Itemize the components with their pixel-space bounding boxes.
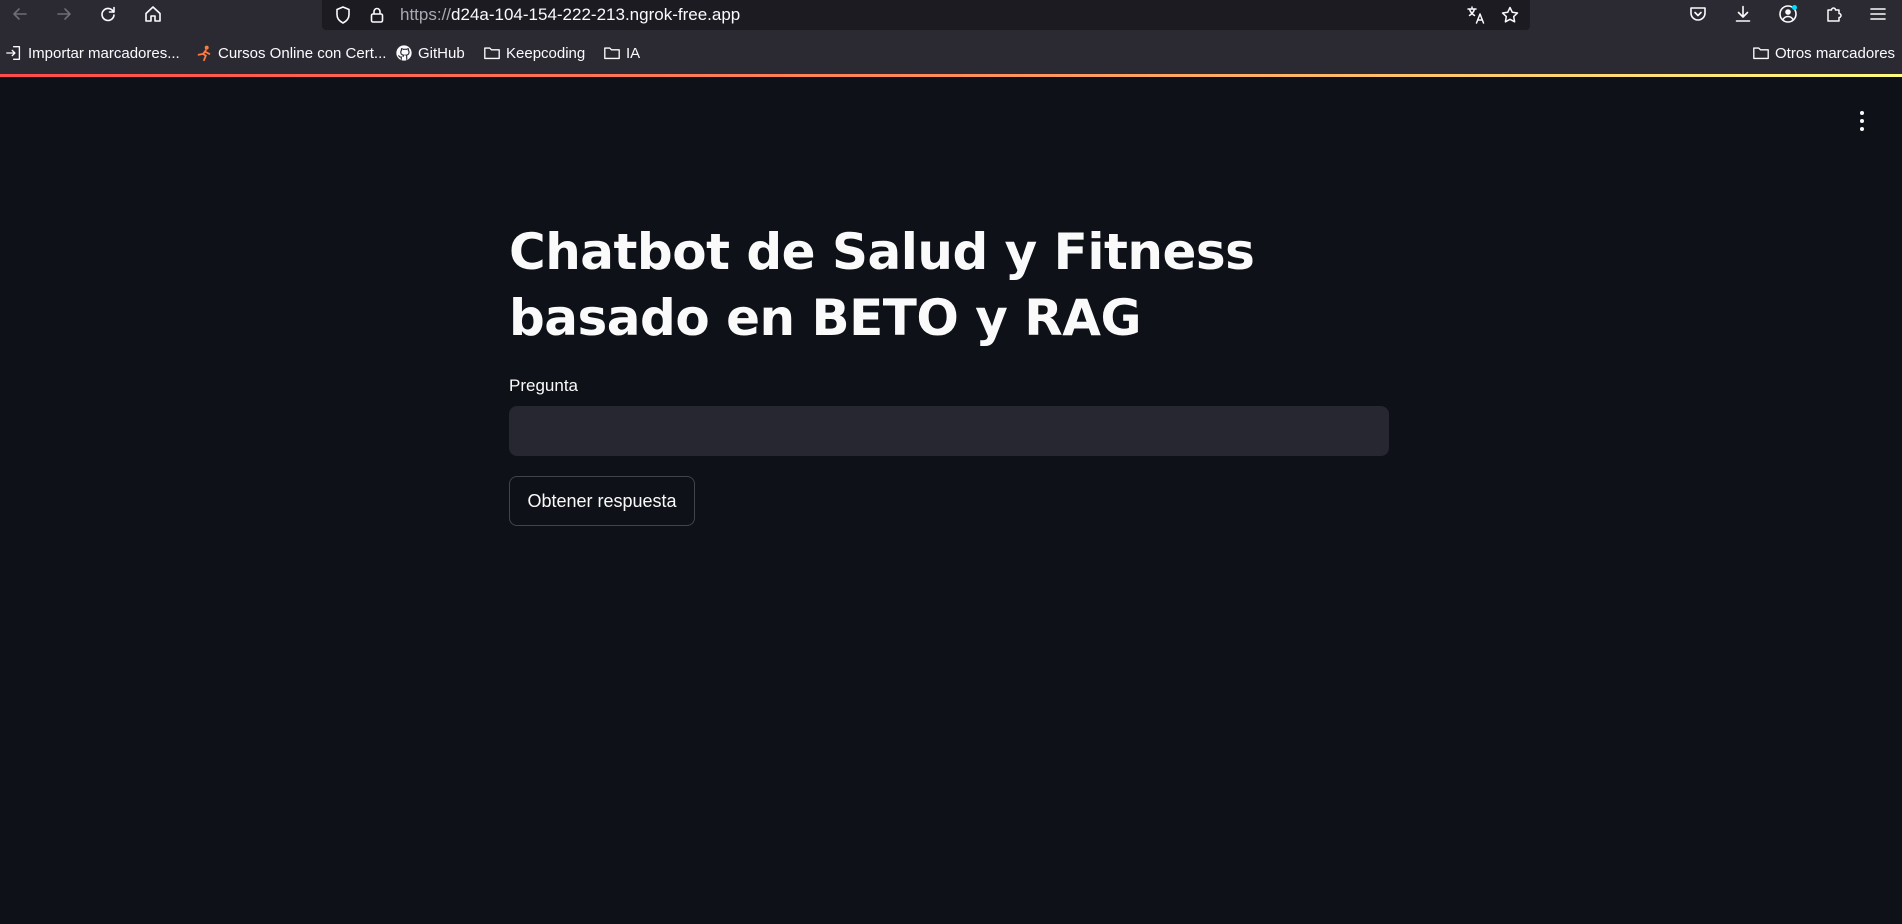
home-button[interactable] (139, 2, 167, 26)
arrow-left-icon (13, 8, 27, 20)
question-label: Pregunta (509, 376, 578, 395)
bookmarks-bar: Importar marcadores... Cursos Online con… (0, 32, 1902, 74)
bookmark-github[interactable]: GitHub (395, 42, 465, 64)
forward-button[interactable] (50, 2, 78, 26)
arrow-right-icon (57, 8, 71, 20)
bookmark-import[interactable]: Importar marcadores... (5, 42, 180, 64)
menu-button[interactable] (1864, 2, 1892, 26)
extensions-button[interactable] (1820, 2, 1848, 26)
bookmark-other[interactable]: Otros marcadores (1752, 42, 1895, 64)
bookmark-cursos[interactable]: Cursos Online con Cert... (195, 42, 386, 64)
bookmark-label: Cursos Online con Cert... (218, 44, 387, 62)
folder-icon (484, 47, 500, 60)
folder-icon (604, 47, 620, 60)
downloads-button[interactable] (1729, 2, 1757, 26)
bookmark-label: Importar marcadores... (28, 44, 180, 62)
translate-icon[interactable] (1464, 3, 1488, 27)
puzzle-icon (1827, 7, 1842, 22)
app-main: Chatbot de Salud y Fitness basado en BET… (0, 77, 1902, 924)
kebab-dot (1860, 111, 1864, 115)
reload-button[interactable] (94, 2, 122, 26)
bookmark-label: GitHub (418, 44, 465, 62)
url-scheme: https:// (400, 5, 452, 24)
kebab-dot (1860, 127, 1864, 131)
reload-icon (101, 6, 115, 22)
shield-icon[interactable] (331, 3, 355, 27)
url-bar[interactable]: https://d24a-104-154-222-213.ngrok-free.… (322, 0, 1530, 30)
star-icon[interactable] (1498, 3, 1522, 27)
pocket-button[interactable] (1684, 2, 1712, 26)
bookmark-keepcoding[interactable]: Keepcoding (483, 42, 585, 64)
question-input[interactable] (509, 406, 1389, 456)
account-icon (1779, 5, 1797, 23)
site-favicon (197, 45, 211, 62)
lock-icon[interactable] (365, 3, 389, 27)
kebab-dot (1860, 119, 1864, 123)
hamburger-icon (1870, 8, 1886, 20)
bookmark-ia[interactable]: IA (603, 42, 640, 64)
get-answer-button[interactable]: Obtener respuesta (509, 476, 695, 526)
github-icon (396, 45, 412, 61)
bookmark-label: IA (626, 44, 641, 62)
bookmark-label: Otros marcadores (1775, 44, 1896, 62)
browser-toolbar: https://d24a-104-154-222-213.ngrok-free.… (0, 0, 1902, 32)
home-icon (145, 6, 161, 22)
main-menu-button[interactable] (1852, 107, 1872, 135)
url-host: d24a-104-154-222-213.ngrok-free.app (451, 5, 741, 24)
folder-icon (1753, 47, 1769, 60)
page-title: Chatbot de Salud y Fitness basado en BET… (509, 223, 1255, 347)
download-icon (1735, 5, 1751, 22)
bookmark-label: Keepcoding (506, 44, 586, 62)
back-button[interactable] (6, 2, 34, 26)
url-text[interactable]: https://d24a-104-154-222-213.ngrok-free.… (400, 5, 740, 25)
account-button[interactable] (1774, 2, 1802, 26)
pocket-icon (1690, 7, 1706, 21)
import-icon (6, 46, 21, 60)
